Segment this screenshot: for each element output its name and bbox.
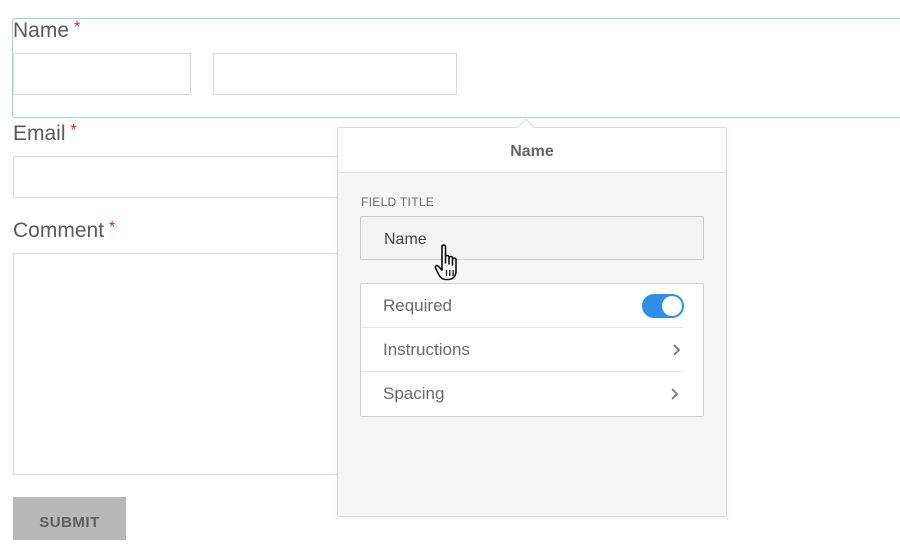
field-title-label: FIELD TITLE xyxy=(361,195,435,209)
last-name-input[interactable] xyxy=(213,53,457,95)
required-marker: * xyxy=(74,19,81,36)
field-settings-popover: Name FIELD TITLE Name Required Instructi… xyxy=(337,127,727,517)
submit-button[interactable]: SUBMIT xyxy=(13,497,126,540)
comment-textarea[interactable] xyxy=(13,253,343,475)
comment-label: Comment * xyxy=(13,219,116,242)
required-row[interactable]: Required xyxy=(361,284,684,328)
instructions-label: Instructions xyxy=(383,340,470,359)
name-label: Name * xyxy=(13,19,81,42)
required-label: Required xyxy=(383,296,452,315)
instructions-row[interactable]: Instructions xyxy=(361,328,683,372)
toggle-knob xyxy=(662,296,682,316)
chevron-right-icon xyxy=(671,388,679,400)
hand-pointer-icon xyxy=(434,244,457,281)
chevron-right-icon xyxy=(673,344,681,356)
email-label: Email * xyxy=(13,122,77,145)
spacing-label: Spacing xyxy=(383,384,445,403)
first-name-input[interactable] xyxy=(13,53,191,95)
email-input[interactable] xyxy=(13,156,343,198)
field-options-list: Required Instructions Spacing xyxy=(360,283,704,417)
field-title-input[interactable]: Name xyxy=(360,216,704,260)
required-marker: * xyxy=(70,122,77,139)
spacing-row[interactable]: Spacing xyxy=(361,372,703,416)
required-marker: * xyxy=(109,219,116,236)
required-toggle[interactable] xyxy=(642,294,684,318)
popover-title: Name xyxy=(338,128,726,173)
